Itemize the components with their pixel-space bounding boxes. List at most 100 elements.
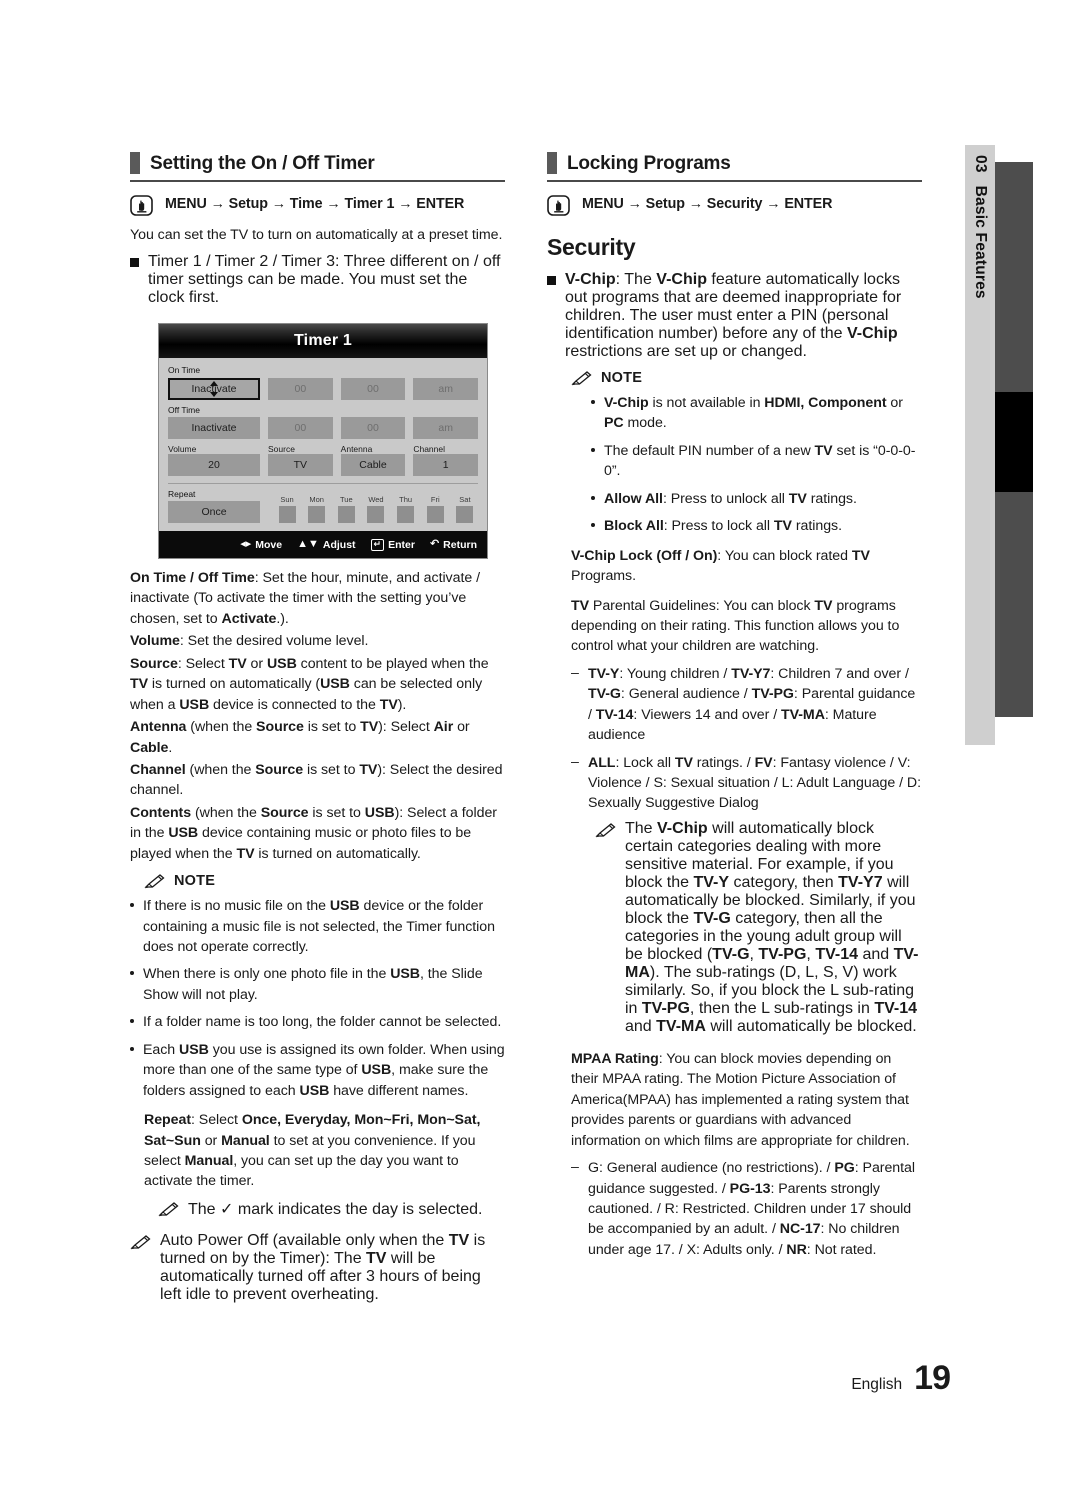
osd-hint-move-label: Move	[255, 538, 283, 551]
osd-settings-row: 20 TV Cable 1	[168, 453, 479, 476]
osd-repeat-group: Repeat Once Sun Mon Tue Wed Thu Fri Sat	[168, 489, 478, 523]
note-item: Block All: Press to lock all TV ratings.	[591, 516, 922, 536]
osd-day-tue[interactable]: Tue	[333, 495, 359, 523]
auto-power-off-note: Auto Power Off (available only when the …	[130, 1232, 505, 1304]
check-mark-note-text: The ✓ mark indicates the day is selected…	[188, 1200, 483, 1218]
note-list-left: If there is no music file on the USB dev…	[130, 896, 505, 1101]
osd-day-thu-label: Thu	[399, 495, 413, 504]
osd-day-mon[interactable]: Mon	[304, 495, 330, 523]
osd-body: On Time Inactivate 00 00 am Off Time Ina…	[159, 358, 487, 531]
osd-day-sat-box[interactable]	[456, 506, 474, 523]
tv-ratings-item: – TV-Y: Young children / TV-Y7: Children …	[571, 664, 922, 746]
osd-day-thu[interactable]: Thu	[393, 495, 419, 523]
osd-day-mon-box[interactable]	[308, 506, 326, 523]
osd-day-thu-box[interactable]	[397, 506, 415, 523]
timer-variants-item: Timer 1 / Timer 2 / Timer 3: Three diffe…	[130, 253, 505, 307]
osd-repeat-label: Repeat	[168, 488, 196, 499]
dot-bullet-icon	[130, 1046, 134, 1051]
def-volume: Volume: Set the desired volume level.	[130, 633, 369, 650]
vchip-lock-text: V-Chip Lock (Off / On): You can block ra…	[571, 547, 870, 585]
menu-path-security: MENU → Setup → Security → ENTER	[547, 194, 922, 216]
osd-channel-label: Channel	[413, 443, 446, 454]
osd-antenna-label: Antenna	[340, 443, 373, 454]
timer-variants-text: Timer 1 / Timer 2 / Timer 3: Three diffe…	[148, 253, 501, 307]
footer-language: English	[851, 1376, 903, 1393]
def-contents: Contents (when the Source is set to USB)…	[130, 804, 497, 862]
check-mark-note: The ✓ mark indicates the day is selected…	[158, 1199, 505, 1219]
osd-source-value[interactable]: TV	[268, 453, 333, 476]
osd-day-tue-box[interactable]	[337, 506, 355, 523]
osd-day-sun[interactable]: Sun	[274, 495, 300, 523]
mpaa-text: MPAA Rating: You can block movies depend…	[571, 1050, 910, 1149]
up-down-arrows-icon: ▲▼	[297, 538, 319, 550]
tv-ratings-list: – TV-Y: Young children / TV-Y7: Children …	[571, 664, 922, 814]
mpaa-ratings-item: – G: General audience (no restrictions). …	[571, 1158, 922, 1260]
vchip-item: V-Chip: The V-Chip feature automatically…	[547, 271, 922, 361]
square-bullet-icon	[547, 276, 556, 285]
osd-day-wed-label: Wed	[368, 495, 384, 504]
timer-osd-screenshot: Timer 1 On Time Inactivate 00 00 am Off …	[158, 323, 488, 559]
osd-off-time-ampm[interactable]: am	[413, 416, 479, 439]
note-item: Each USB you use is assigned its own fol…	[130, 1040, 505, 1101]
osd-hint-adjust-label: Adjust	[322, 538, 356, 551]
section-header-timer: Setting the On / Off Timer	[130, 152, 505, 182]
osd-footer-hints: ◂▸ Move ▲▼ Adjust ↵ Enter ↶ Return	[159, 531, 487, 558]
menu-path-timer: MENU → Setup → Time → Timer 1 → ENTER	[130, 194, 505, 216]
osd-settings-group: Volume Source Antenna Channel 20 TV Cabl…	[168, 443, 479, 476]
osd-hint-adjust: ▲▼ Adjust	[297, 539, 355, 551]
osd-off-time-minute[interactable]: 00	[340, 416, 406, 439]
pencil-note-icon	[571, 371, 592, 386]
chapter-rail-marker	[995, 392, 1033, 492]
def-on-off-time: On Time / Off Time: Set the hour, minute…	[130, 570, 480, 627]
footer-page-number: 19	[914, 1359, 951, 1397]
press-button-icon	[130, 195, 153, 216]
note-label-right: NOTE	[601, 370, 643, 386]
osd-antenna-value[interactable]: Cable	[340, 453, 406, 476]
osd-on-time-minute[interactable]: 00	[340, 377, 406, 400]
def-source: Source: Select TV or USB content to be p…	[130, 655, 489, 713]
osd-day-fri-box[interactable]	[426, 506, 444, 523]
auto-power-off-text: Auto Power Off (available only when the …	[160, 1231, 486, 1303]
osd-volume-value[interactable]: 20	[168, 453, 260, 476]
osd-hint-return: ↶ Return	[430, 539, 477, 551]
osd-day-fri-label: Fri	[430, 495, 440, 504]
arrow-down-icon	[210, 391, 218, 397]
tv-ratings-item: – ALL: Lock all TV ratings. / FV: Fantasy…	[571, 753, 922, 814]
subsection-title-security: Security	[547, 234, 636, 260]
osd-on-time-hour[interactable]: 00	[268, 377, 333, 400]
pencil-note-icon	[595, 823, 616, 838]
osd-off-time-activate[interactable]: Inactivate	[168, 416, 260, 439]
osd-off-time-row: Inactivate 00 00 am	[168, 416, 479, 439]
def-channel: Channel (when the Source is set to TV): …	[130, 761, 503, 799]
note-item: Allow All: Press to unlock all TV rating…	[591, 489, 922, 509]
osd-day-sun-box[interactable]	[278, 506, 296, 523]
osd-off-time-group: Off Time Inactivate 00 00 am	[168, 405, 479, 439]
def-repeat: Repeat: Select Once, Everyday, Mon~Fri, …	[144, 1112, 481, 1190]
osd-day-wed[interactable]: Wed	[363, 495, 389, 523]
dot-bullet-icon	[591, 495, 595, 500]
note-header-left: NOTE	[144, 873, 505, 889]
osd-hint-move: ◂▸ Move	[240, 539, 282, 551]
dash-bullet-icon: –	[571, 664, 579, 681]
dot-bullet-icon	[130, 1019, 134, 1024]
osd-day-sun-label: Sun	[280, 495, 294, 504]
osd-day-sat-label: Sat	[459, 495, 471, 504]
osd-day-fri[interactable]: Fri	[422, 495, 448, 523]
manual-page: 03 Basic Features Setting the On / Off T…	[0, 0, 1080, 1494]
osd-on-time-activate[interactable]: Inactivate	[168, 377, 260, 400]
dot-bullet-icon	[130, 903, 134, 908]
osd-repeat-value[interactable]: Once	[168, 501, 260, 523]
enter-key-icon-osd: ↵	[370, 538, 385, 551]
press-button-icon	[547, 195, 570, 216]
dot-bullet-icon	[591, 400, 595, 404]
osd-on-time-ampm[interactable]: am	[413, 377, 479, 400]
osd-hint-enter: ↵ Enter	[370, 538, 415, 551]
osd-off-time-hour[interactable]: 00	[268, 416, 333, 439]
osd-day-wed-box[interactable]	[367, 506, 385, 523]
def-antenna: Antenna (when the Source is set to TV): …	[130, 719, 470, 756]
osd-day-sat[interactable]: Sat	[452, 495, 478, 523]
section-bar-icon	[130, 152, 140, 174]
osd-channel-value[interactable]: 1	[413, 453, 479, 476]
left-column: Setting the On / Off Timer MENU → Setup …	[130, 152, 505, 1304]
osd-volume-label: Volume	[168, 443, 197, 454]
